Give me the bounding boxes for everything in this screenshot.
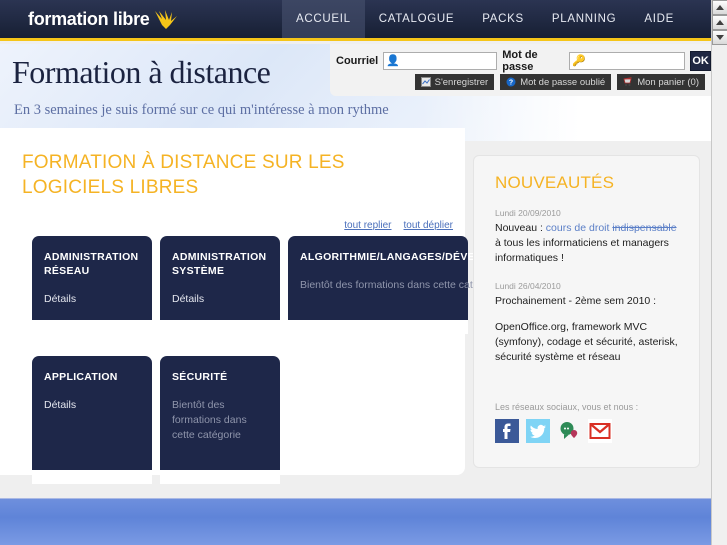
facebook-icon[interactable] <box>495 419 519 443</box>
card-body[interactable]: Détails <box>44 398 140 413</box>
forgot-password-button[interactable]: ? Mot de passe oublié <box>500 74 612 90</box>
bird-wing-icon <box>154 10 177 29</box>
chat-bubble-icon[interactable] <box>557 419 581 443</box>
news-date: Lundi 26/04/2010 <box>495 281 561 291</box>
category-card-administration-systeme[interactable]: ADMINISTRATION SYSTÈME Détails <box>160 236 280 334</box>
logo-text: formation libre <box>28 8 150 29</box>
nav-item-aide[interactable]: AIDE <box>630 0 688 38</box>
nav-item-planning[interactable]: PLANNING <box>538 0 630 38</box>
expand-all-link[interactable]: tout déplier <box>404 220 453 231</box>
login-form: Courriel 👤 Mot de passe 🔑 OK <box>336 49 712 73</box>
vertical-scrollbar[interactable] <box>711 0 727 545</box>
card-title: ALGORITHMIE/LANGAGES/DÉVELOPPEMENT <box>300 251 543 263</box>
card-base <box>160 320 280 334</box>
news-item-1: Lundi 20/09/2010 Nouveau : cours de droi… <box>495 208 685 266</box>
card-title: ADMINISTRATION SYSTÈME <box>172 251 267 277</box>
nav-item-packs[interactable]: PACKS <box>468 0 538 38</box>
shopping-cart-icon <box>623 77 632 86</box>
card-title: APPLICATION <box>44 371 118 383</box>
forgot-password-label: Mot de passe oublié <box>520 76 606 88</box>
key-icon: 🔑 <box>572 54 586 67</box>
nav-item-accueil[interactable]: ACCUEIL <box>282 0 365 38</box>
card-row-1: ADMINISTRATION RÉSEAU Détails ADMINISTRA… <box>32 236 543 334</box>
scroll-up-arrow-icon <box>716 5 724 10</box>
password-label: Mot de passe <box>502 49 538 73</box>
twitter-icon[interactable] <box>526 419 550 443</box>
scroll-up-button[interactable] <box>712 0 727 15</box>
category-card-algorithmie[interactable]: ALGORITHMIE/LANGAGES/DÉVELOPPEMENT Bient… <box>288 236 543 334</box>
social-icon-row <box>495 419 612 443</box>
footer-band <box>0 498 711 545</box>
news-body-line1: Prochainement - 2ème sem 2010 : <box>495 295 657 307</box>
login-panel: Courriel 👤 Mot de passe 🔑 OK S'enregistr… <box>330 44 712 96</box>
news-title: NOUVEAUTÉS <box>495 173 615 192</box>
password-field[interactable]: 🔑 <box>569 52 685 70</box>
news-spacer <box>495 309 685 320</box>
nav-item-catalogue[interactable]: CATALOGUE <box>365 0 469 38</box>
email-field[interactable]: 👤 <box>383 52 498 70</box>
news-suffix: à tous les informaticiens et managers in… <box>495 237 669 264</box>
cart-button[interactable]: Mon panier (0) <box>617 74 705 90</box>
main-content: FORMATION À DISTANCE SUR LES LOGICIELS L… <box>0 128 543 484</box>
page-title: FORMATION À DISTANCE SUR LES LOGICIELS L… <box>22 152 345 198</box>
card-body: Bientôt des formations dans cette catégo… <box>300 279 502 291</box>
category-card-administration-reseau[interactable]: ADMINISTRATION RÉSEAU Détails <box>32 236 152 334</box>
card-body: Bientôt des formations dans cette catégo… <box>172 399 247 441</box>
news-link-indispensable[interactable]: indispensable <box>612 222 676 234</box>
card-base <box>288 320 468 334</box>
category-card-application[interactable]: APPLICATION Détails <box>32 356 152 484</box>
browser-page: formation libre ACCUEIL CATALOGUE PACKS … <box>0 0 727 545</box>
news-date: Lundi 20/09/2010 <box>495 208 561 218</box>
news-list: Lundi 20/09/2010 Nouveau : cours de droi… <box>495 208 685 380</box>
news-sidebar: NOUVEAUTÉS Lundi 20/09/2010 Nouveau : co… <box>473 155 700 468</box>
svg-text:?: ? <box>509 80 513 87</box>
news-link-cours-de-droit[interactable]: cours de droit <box>546 222 610 234</box>
account-actions: S'enregistrer ? Mot de passe oublié Mon … <box>414 74 705 90</box>
card-row-2: APPLICATION Détails SÉCURITÉ Bientôt des… <box>32 356 472 484</box>
card-body[interactable]: Détails <box>44 292 140 307</box>
register-label: S'enregistrer <box>434 76 489 88</box>
cart-label: Mon panier (0) <box>637 76 699 88</box>
banner-title: Formation à distance <box>12 54 271 90</box>
question-mark-icon: ? <box>506 77 516 87</box>
register-icon <box>420 77 431 87</box>
site-logo[interactable]: formation libre <box>28 8 178 30</box>
scroll-down-arrow-icon <box>716 35 724 40</box>
tree-toggle-links: tout replier tout déplier <box>344 220 453 231</box>
category-card-grid: ADMINISTRATION RÉSEAU Détails ADMINISTRA… <box>32 236 543 506</box>
category-card-securite[interactable]: SÉCURITÉ Bientôt des formations dans cet… <box>160 356 280 484</box>
top-navigation-bar: formation libre ACCUEIL CATALOGUE PACKS … <box>0 0 711 41</box>
gmail-icon[interactable] <box>588 419 612 443</box>
news-prefix: Nouveau : <box>495 222 546 234</box>
news-body-line2: OpenOffice.org, framework MVC (symfony),… <box>495 321 678 363</box>
news-body: Nouveau : cours de droit indispensable à… <box>495 221 685 266</box>
collapse-all-link[interactable]: tout replier <box>344 220 391 231</box>
register-button[interactable]: S'enregistrer <box>414 74 495 90</box>
main-nav: ACCUEIL CATALOGUE PACKS PLANNING AIDE <box>282 0 688 38</box>
social-label: Les réseaux sociaux, vous et nous : <box>495 402 639 412</box>
login-submit-button[interactable]: OK <box>689 51 712 71</box>
card-title: SÉCURITÉ <box>172 371 228 383</box>
banner-subtitle: En 3 semaines je suis formé sur ce qui m… <box>14 102 389 118</box>
card-body[interactable]: Détails <box>172 292 268 307</box>
scroll-down-button[interactable] <box>712 30 727 45</box>
card-base <box>32 470 152 484</box>
user-icon: 👤 <box>386 54 400 67</box>
scrollbar-thumb[interactable] <box>712 15 727 30</box>
scrollbar-track[interactable] <box>712 45 727 545</box>
news-item-2: Lundi 26/04/2010 Prochainement - 2ème se… <box>495 281 685 365</box>
scrollbar-thumb-grip-icon <box>716 20 724 25</box>
card-base <box>160 470 280 484</box>
email-label: Courriel <box>336 55 379 67</box>
card-base <box>32 320 152 334</box>
card-title: ADMINISTRATION RÉSEAU <box>44 251 139 277</box>
